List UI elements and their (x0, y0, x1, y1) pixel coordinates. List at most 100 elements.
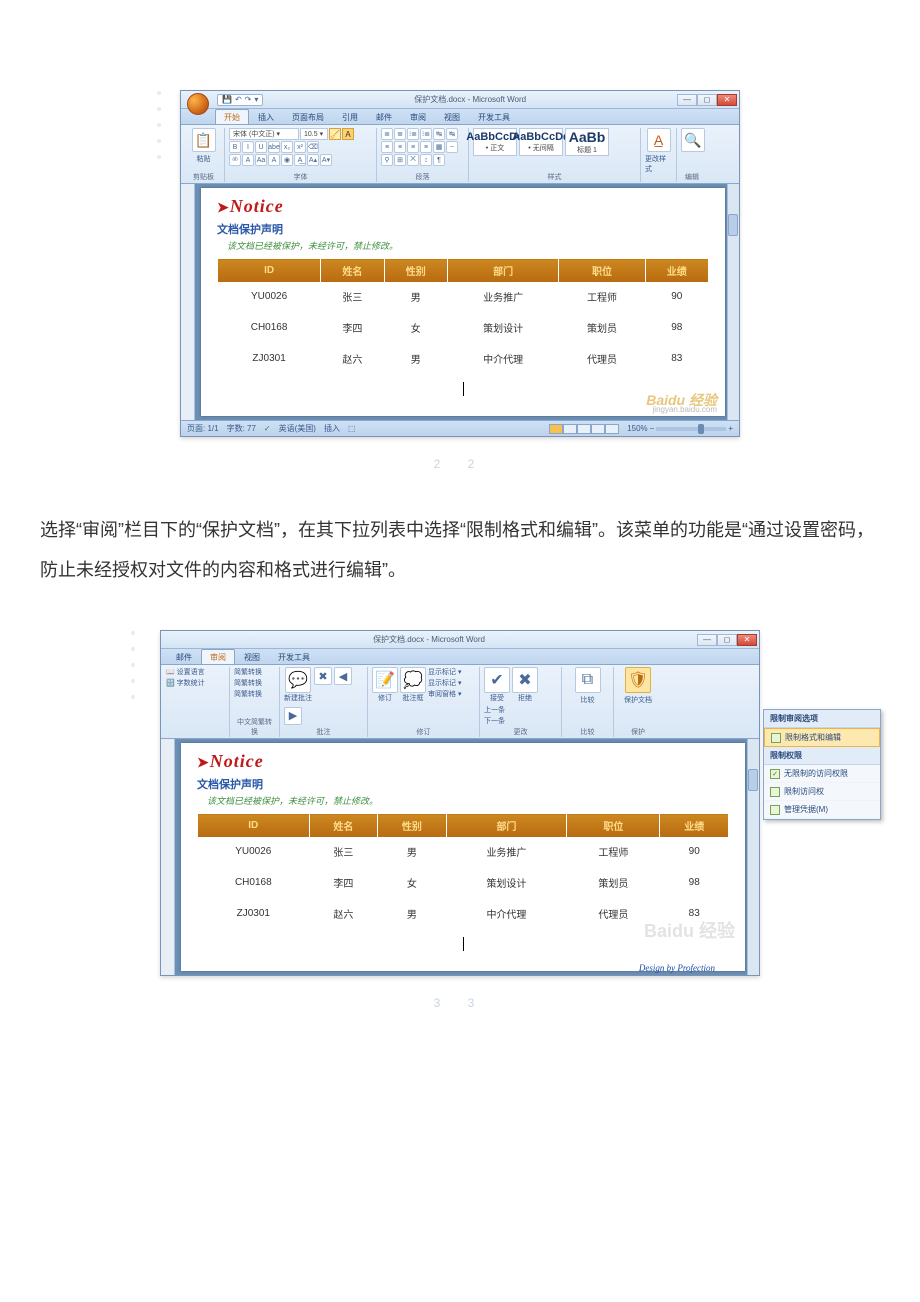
zoom-value[interactable]: 150% (627, 424, 647, 433)
ribbon-tab[interactable]: 插入 (249, 109, 283, 124)
new-comment-icon[interactable]: 💬 (285, 667, 311, 693)
quick-access-toolbar[interactable]: 💾 ↶ ↷ ▾ (217, 94, 263, 106)
ribbon-tab[interactable]: 审阅 (401, 109, 435, 124)
toolbar-icon[interactable]: I (242, 141, 254, 153)
ribbon-tab[interactable]: 引用 (333, 109, 367, 124)
style-gallery-item[interactable]: AaBbCcDd• 无间隔 (519, 128, 563, 156)
ribbon-tab[interactable]: 开发工具 (269, 649, 319, 664)
redo-icon[interactable]: ↷ (245, 95, 252, 104)
dropdown-item[interactable]: 管理凭据(M) (764, 801, 880, 819)
status-spell-icon[interactable]: ✓ (264, 424, 271, 433)
undo-icon[interactable]: ↶ (235, 95, 242, 104)
toolbar-icon[interactable]: ¶ (433, 154, 445, 166)
scrollbar-thumb[interactable] (728, 214, 738, 236)
toolbar-icon[interactable]: ⁝≣ (407, 128, 419, 140)
change-styles-icon[interactable]: A̲ (647, 128, 671, 152)
view-outline-icon[interactable] (591, 424, 605, 434)
font-family-select[interactable]: 宋体 (中文正) ▾ (229, 128, 299, 140)
ribbon-tab[interactable]: 视图 (235, 649, 269, 664)
ribbon-tab[interactable]: 页面布局 (283, 109, 333, 124)
document-page[interactable]: Notice 文档保护声明 该文档已经被保护，未经许可，禁止修改。 ID姓名性别… (201, 188, 725, 416)
toolbar-icon[interactable]: ⨉ (407, 154, 419, 166)
toolbar-icon[interactable]: ⎯ (446, 141, 458, 153)
toolbar-icon[interactable]: ≡ (394, 141, 406, 153)
toolbar-icon[interactable]: ↕ (420, 154, 432, 166)
toolbar-icon[interactable]: ⌫ (307, 141, 319, 153)
status-insert[interactable]: 插入 (324, 423, 340, 434)
minimize-button[interactable]: — (697, 634, 717, 646)
ribbon-tab[interactable]: 邮件 (367, 109, 401, 124)
dropdown-item-restrict-format[interactable]: 限制格式和编辑 (764, 728, 880, 747)
dropdown-item[interactable]: 限制权限 (764, 747, 880, 765)
reject-icon[interactable]: ✖ (512, 667, 538, 693)
toolbar-icon[interactable]: ↹ (433, 128, 445, 140)
toolbar-icon[interactable]: A (268, 154, 280, 166)
toolbar-icon[interactable]: A͟ (294, 154, 306, 166)
maximize-button[interactable]: ◻ (697, 94, 717, 106)
close-button[interactable]: ✕ (737, 634, 757, 646)
toolbar-icon[interactable]: ▦ (433, 141, 445, 153)
style-gallery-item[interactable]: AaBbCcDd• 正文 (473, 128, 517, 156)
paste-icon[interactable]: 📋 (192, 128, 216, 152)
ribbon-tab[interactable]: 视图 (435, 109, 469, 124)
toolbar-icon[interactable]: ᵃᵇ (229, 154, 241, 166)
toolbar-icon[interactable]: ⁝≣ (420, 128, 432, 140)
font-a-button[interactable]: A (342, 128, 354, 140)
minimize-button[interactable]: — (677, 94, 697, 106)
toolbar-icon[interactable]: A▴ (307, 154, 319, 166)
ribbon-tab[interactable]: 开发工具 (469, 109, 519, 124)
status-lang[interactable]: 英语(美国) (279, 423, 316, 434)
toolbar-icon[interactable]: ≣ (381, 128, 393, 140)
status-page[interactable]: 页面: 1/1 (187, 423, 219, 434)
accept-icon[interactable]: ✔ (484, 667, 510, 693)
ribbon-tab[interactable]: 邮件 (167, 649, 201, 664)
toolbar-icon[interactable]: x² (294, 141, 306, 153)
dropdown-item[interactable]: ✓无限制的访问权限 (764, 765, 880, 783)
view-fullscreen-icon[interactable] (563, 424, 577, 434)
toolbar-icon[interactable]: ≡ (420, 141, 432, 153)
close-button[interactable]: ✕ (717, 94, 737, 106)
toolbar-icon[interactable]: ◉ (281, 154, 293, 166)
next-comment-icon[interactable]: ▶ (284, 707, 302, 725)
prev-comment-icon[interactable]: ◀ (334, 667, 352, 685)
save-icon[interactable]: 💾 (222, 95, 232, 104)
toolbar-icon[interactable]: ⚲ (381, 154, 393, 166)
protect-doc-icon[interactable]: 🛡 (625, 667, 651, 693)
ribbon-tab[interactable]: 审阅 (201, 649, 235, 664)
qat-more-icon[interactable]: ▾ (254, 95, 258, 104)
office-button[interactable] (187, 93, 209, 115)
dropdown-item[interactable]: 限制访问权 (764, 783, 880, 801)
track-changes-icon[interactable]: 📝 (372, 667, 398, 693)
toolbar-icon[interactable]: abe (268, 141, 280, 153)
toolbar-icon[interactable]: ≡ (407, 141, 419, 153)
toolbar-icon[interactable]: U (255, 141, 267, 153)
view-web-icon[interactable] (577, 424, 591, 434)
scrollbar-thumb[interactable] (748, 769, 758, 791)
zoom-slider[interactable] (656, 427, 726, 431)
find-icon[interactable]: 🔍 (681, 128, 705, 152)
font-size-select[interactable]: 10.5 ▾ (300, 128, 328, 140)
view-draft-icon[interactable] (605, 424, 619, 434)
clear-format-button[interactable]: 🧹 (329, 128, 341, 140)
toolbar-icon[interactable]: Aa (255, 154, 267, 166)
vertical-scrollbar[interactable] (747, 739, 759, 975)
toolbar-icon[interactable]: A (242, 154, 254, 166)
zoom-control[interactable]: 150% −+ (627, 424, 733, 433)
document-page[interactable]: Notice 文档保护声明 该文档已经被保护，未经许可，禁止修改。 ID姓名性别… (181, 743, 745, 971)
view-print-icon[interactable] (549, 424, 563, 434)
toolbar-icon[interactable]: x₂ (281, 141, 293, 153)
toolbar-icon[interactable]: ≡ (381, 141, 393, 153)
status-words[interactable]: 字数: 77 (227, 423, 256, 434)
maximize-button[interactable]: ◻ (717, 634, 737, 646)
style-gallery-item[interactable]: AaBb标题 1 (565, 128, 609, 156)
toolbar-icon[interactable]: B (229, 141, 241, 153)
balloon-icon[interactable]: 💭 (400, 667, 426, 693)
compare-icon[interactable]: ⧉ (575, 667, 601, 693)
toolbar-icon[interactable]: ≣ (394, 128, 406, 140)
toolbar-icon[interactable]: ↹ (446, 128, 458, 140)
vertical-scrollbar[interactable] (727, 184, 739, 420)
view-buttons[interactable] (549, 424, 619, 434)
delete-comment-icon[interactable]: ✖ (314, 667, 332, 685)
ribbon-tab[interactable]: 开始 (215, 109, 249, 124)
toolbar-icon[interactable]: ⊞ (394, 154, 406, 166)
